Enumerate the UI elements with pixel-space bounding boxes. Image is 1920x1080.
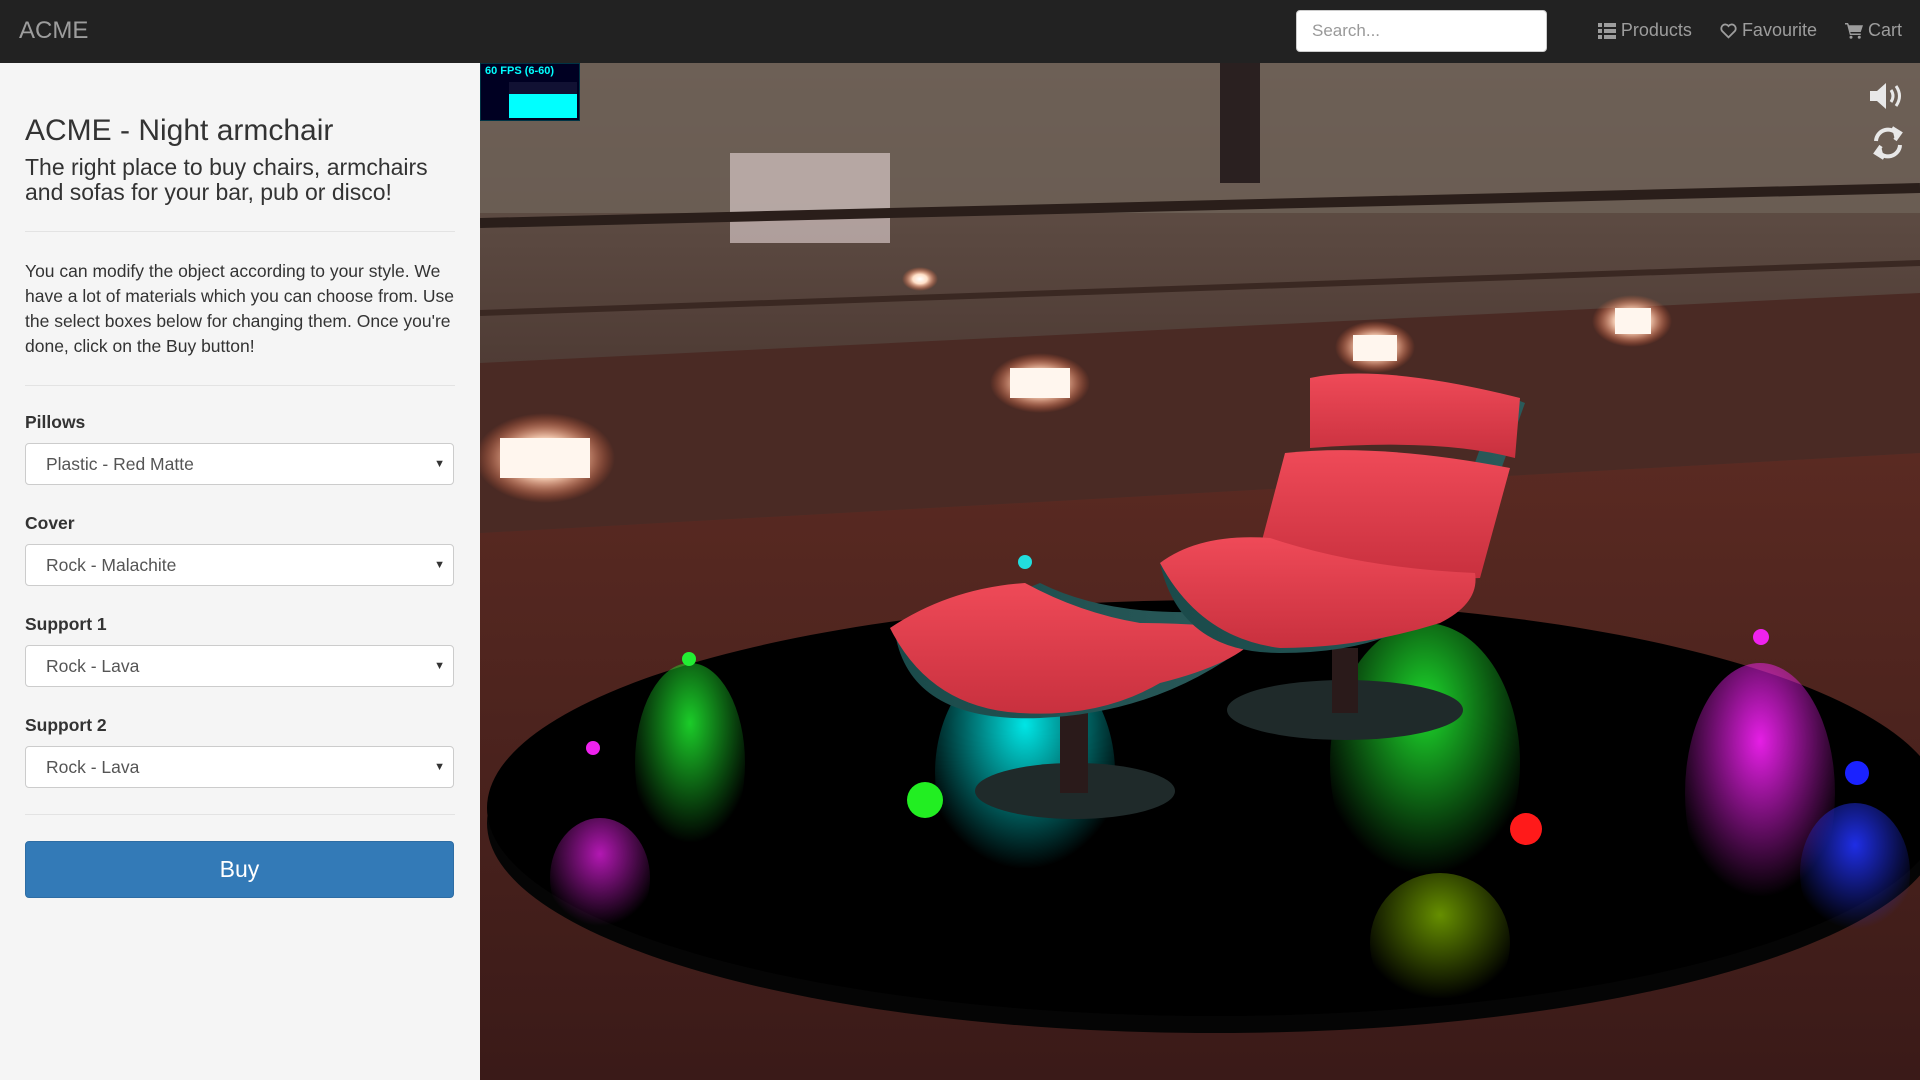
fps-counter: 60 FPS (6-60) xyxy=(480,63,580,121)
support1-select[interactable]: Rock - Lava ▼ xyxy=(25,645,454,687)
green-light-beam xyxy=(635,663,745,863)
wall-lamp xyxy=(500,438,590,478)
magenta-light-beam xyxy=(550,818,650,938)
support2-select[interactable]: Rock - Lava ▼ xyxy=(25,746,454,788)
nav-links: Products Favourite Cart xyxy=(1597,20,1902,41)
refresh-icon[interactable] xyxy=(1870,125,1906,166)
nav-cart-link[interactable]: Cart xyxy=(1844,20,1902,41)
wall-lamp xyxy=(1010,368,1070,398)
support1-value: Rock - Lava xyxy=(46,656,140,676)
fps-graph-bg xyxy=(509,82,577,94)
blue-light-beam xyxy=(1800,803,1910,943)
yellow-light-beam xyxy=(1370,873,1510,1013)
magenta-light-orb xyxy=(586,741,600,755)
wall-lamp xyxy=(1615,308,1651,334)
cover-label: Cover xyxy=(25,513,75,533)
search-input[interactable] xyxy=(1296,10,1547,52)
page-title: ACME - Night armchair xyxy=(25,114,334,147)
nav-products-label: Products xyxy=(1620,20,1692,40)
cyan-light-orb xyxy=(1018,555,1032,569)
cart-icon xyxy=(1844,22,1863,39)
list-icon xyxy=(1597,22,1616,39)
page-subtitle: The right place to buy chairs, armchairs… xyxy=(25,154,428,205)
cover-field: Cover Rock - Malachite ▼ xyxy=(25,513,455,586)
armchair-stem xyxy=(1332,648,1358,713)
nav-cart-label: Cart xyxy=(1867,20,1902,40)
green-light-beam xyxy=(1330,623,1520,903)
blue-light-orb xyxy=(1845,761,1869,785)
magenta-light-orb xyxy=(1753,629,1769,645)
caret-down-icon: ▼ xyxy=(434,458,445,470)
pillows-label: Pillows xyxy=(25,412,86,432)
description-text: You can modify the object according to y… xyxy=(25,261,454,356)
cover-select[interactable]: Rock - Malachite ▼ xyxy=(25,544,454,586)
support2-field: Support 2 Rock - Lava ▼ xyxy=(25,715,455,788)
ceiling-light xyxy=(902,267,938,291)
scene-render[interactable] xyxy=(480,63,1920,1080)
product-sidebar: ACME - Night armchair The right place to… xyxy=(0,63,480,1080)
footstool-stem xyxy=(1060,713,1088,793)
caret-down-icon: ▼ xyxy=(434,559,445,571)
green-light-orb xyxy=(907,782,943,818)
support1-label: Support 1 xyxy=(25,614,107,634)
cover-value: Rock - Malachite xyxy=(46,555,177,575)
wall-lamp xyxy=(1353,335,1397,361)
pillows-value: Plastic - Red Matte xyxy=(46,454,194,474)
fps-graph-bar xyxy=(509,94,577,118)
nav-products-link[interactable]: Products xyxy=(1597,20,1692,41)
divider xyxy=(25,231,455,232)
support1-field: Support 1 Rock - Lava ▼ xyxy=(25,614,455,687)
support2-value: Rock - Lava xyxy=(46,757,140,777)
top-navbar: ACME Products Favourite xyxy=(0,0,1920,63)
nav-favourite-link[interactable]: Favourite xyxy=(1720,20,1817,41)
caret-down-icon: ▼ xyxy=(434,761,445,773)
speaker-icon[interactable] xyxy=(1868,81,1906,116)
heart-icon xyxy=(1720,23,1737,39)
window-light xyxy=(730,153,890,243)
divider xyxy=(25,814,455,815)
green-light-orb xyxy=(682,652,696,666)
pillar xyxy=(1220,63,1260,183)
pillows-select[interactable]: Plastic - Red Matte ▼ xyxy=(25,443,454,485)
caret-down-icon: ▼ xyxy=(434,660,445,672)
nav-favourite-label: Favourite xyxy=(1741,20,1817,40)
red-light-orb xyxy=(1510,813,1542,845)
support2-label: Support 2 xyxy=(25,715,107,735)
pillows-field: Pillows Plastic - Red Matte ▼ xyxy=(25,412,455,485)
3d-viewport[interactable]: 60 FPS (6-60) xyxy=(480,63,1920,1080)
fps-text: 60 FPS (6-60) xyxy=(485,65,555,77)
brand-logo[interactable]: ACME xyxy=(19,17,88,45)
buy-button[interactable]: Buy xyxy=(25,841,454,898)
divider xyxy=(25,385,455,386)
